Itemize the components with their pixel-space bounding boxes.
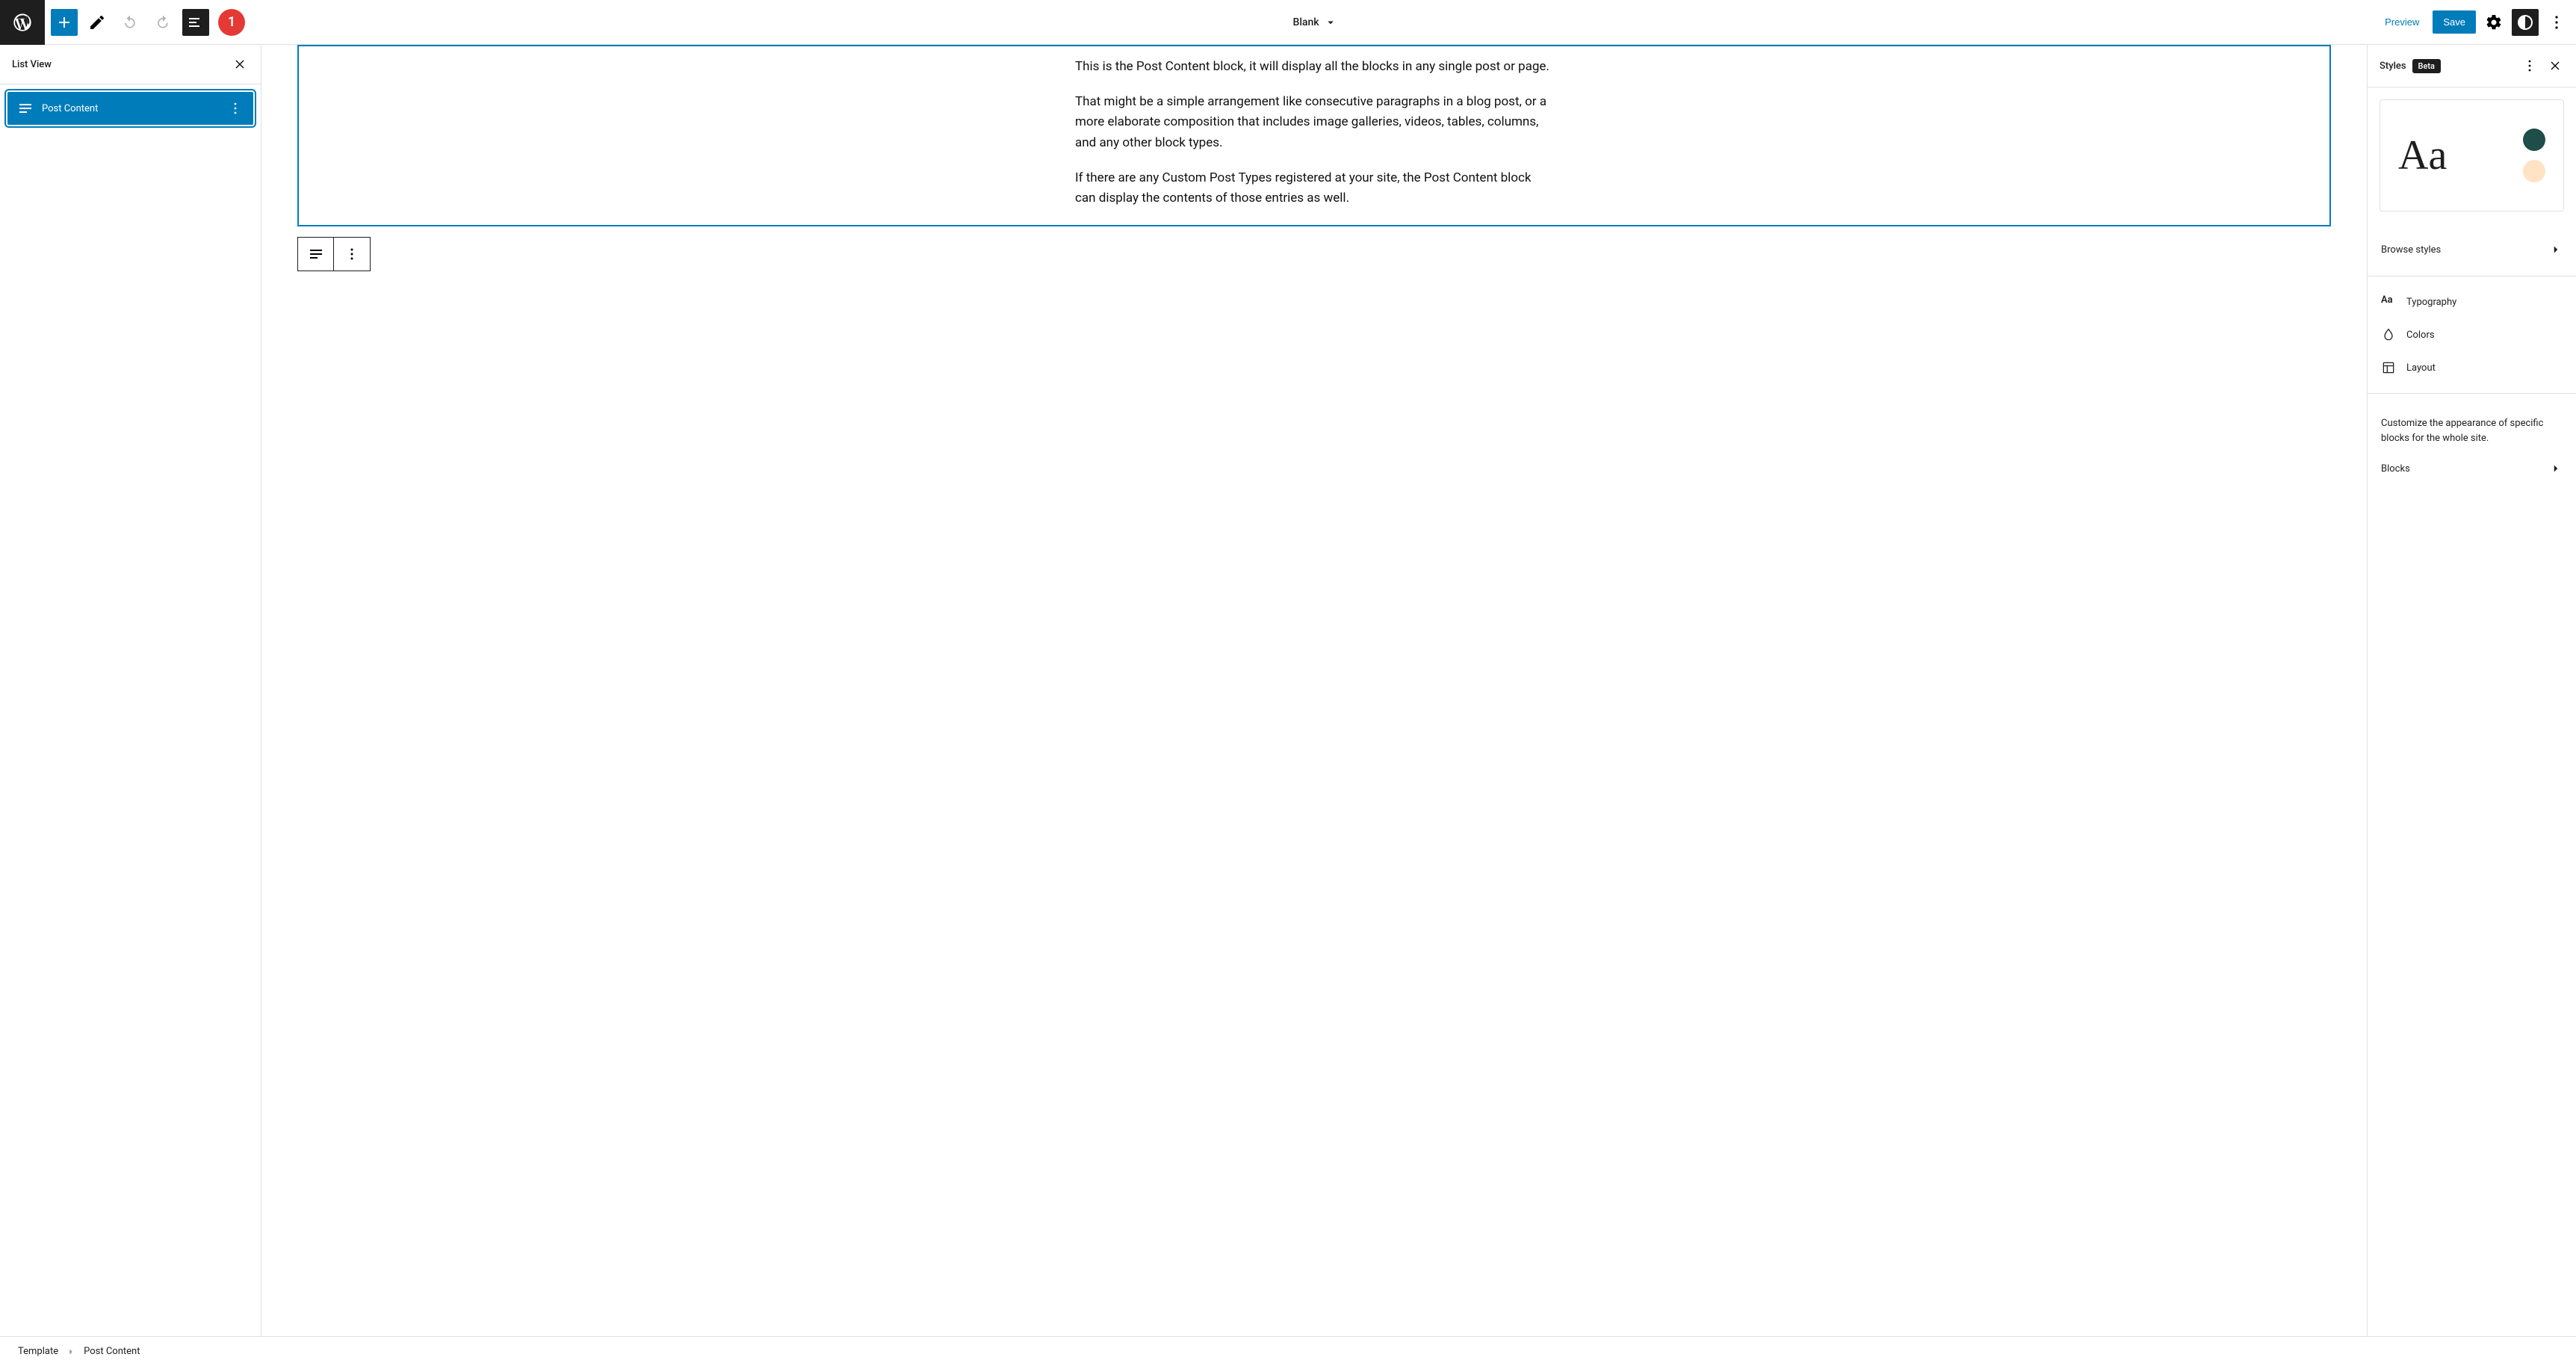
list-view-header: List View: [0, 45, 261, 84]
editor-canvas[interactable]: This is the Post Content block, it will …: [261, 45, 2367, 1336]
breadcrumb: Template Post Content: [0, 1336, 2576, 1366]
plus-icon: [55, 13, 73, 31]
browse-styles-label: Browse styles: [2381, 244, 2441, 256]
blocks-description: Customize the appearance of specific blo…: [2368, 403, 2576, 451]
blocks-label: Blocks: [2381, 463, 2410, 475]
post-content-icon: [16, 99, 34, 117]
vertical-dots-icon: [343, 245, 361, 263]
placeholder-paragraph: This is the Post Content block, it will …: [1075, 49, 1553, 84]
styles-more-button[interactable]: [2519, 55, 2540, 76]
redo-icon: [154, 13, 172, 31]
list-view-body: Post Content: [0, 84, 261, 132]
block-toolbar: [297, 237, 371, 271]
wordpress-logo[interactable]: [0, 0, 45, 45]
more-options-button[interactable]: [2543, 9, 2570, 36]
layout-icon: [2381, 360, 2396, 375]
layout-label: Layout: [2406, 362, 2436, 374]
editor-header: 1 Blank Preview Save: [0, 0, 2576, 45]
post-content-block[interactable]: This is the Post Content block, it will …: [297, 45, 2331, 226]
placeholder-paragraph: If there are any Custom Post Types regis…: [1075, 161, 1553, 216]
typography-label: Typography: [2406, 297, 2456, 308]
preview-button[interactable]: Preview: [2376, 10, 2428, 34]
block-type-button[interactable]: [298, 238, 334, 271]
list-item-label: Post Content: [42, 103, 98, 114]
typography-preview: Aa: [2398, 132, 2447, 179]
settings-button[interactable]: [2480, 9, 2507, 36]
beta-badge: Beta: [2412, 59, 2441, 73]
droplet-icon: [2381, 327, 2396, 342]
header-left-tools: 1: [0, 0, 254, 45]
list-item-post-content[interactable]: Post Content: [6, 90, 255, 126]
template-name: Blank: [1293, 16, 1319, 28]
edit-tool-button[interactable]: [84, 9, 111, 36]
styles-preview-card[interactable]: Aa: [2380, 99, 2564, 211]
redo-button[interactable]: [149, 9, 176, 36]
list-view-panel: List View Post Content: [0, 45, 261, 1336]
block-options-button[interactable]: [334, 238, 370, 271]
swatch-dark: [2523, 129, 2545, 151]
editor-main: List View Post Content This is the Post …: [0, 45, 2576, 1336]
typography-option[interactable]: Aa Typography: [2368, 285, 2576, 318]
block-inserter-button[interactable]: [51, 9, 78, 36]
vertical-dots-icon: [2548, 13, 2566, 31]
breadcrumb-root[interactable]: Template: [18, 1346, 58, 1357]
post-content-icon: [307, 245, 325, 263]
browse-styles-row[interactable]: Browse styles: [2368, 232, 2576, 267]
styles-title: Styles: [2380, 61, 2406, 72]
save-button[interactable]: Save: [2433, 10, 2476, 34]
chevron-right-icon: [2549, 462, 2563, 475]
chevron-down-icon: [1324, 16, 1337, 29]
typography-icon: Aa: [2381, 294, 2396, 309]
list-view-toggle-button[interactable]: [182, 9, 209, 36]
close-list-view-button[interactable]: [231, 55, 249, 73]
template-selector[interactable]: Blank: [254, 16, 2376, 29]
styles-panel: Styles Beta Aa Browse styles: [2367, 45, 2576, 1336]
vertical-dots-icon[interactable]: [226, 99, 244, 117]
chevron-right-icon: [66, 1347, 76, 1357]
breadcrumb-current[interactable]: Post Content: [84, 1346, 140, 1357]
placeholder-paragraph: That might be a simple arrangement like …: [1075, 84, 1553, 161]
list-view-icon: [187, 13, 205, 31]
chevron-right-icon: [2549, 243, 2563, 256]
close-styles-button[interactable]: [2546, 57, 2564, 75]
colors-label: Colors: [2406, 330, 2435, 341]
list-view-title: List View: [12, 59, 52, 70]
styles-icon: [2516, 13, 2534, 31]
styles-header: Styles Beta: [2368, 45, 2576, 87]
pencil-icon: [88, 13, 106, 31]
vertical-dots-icon: [2521, 57, 2539, 75]
close-icon: [2548, 58, 2563, 73]
undo-button[interactable]: [117, 9, 143, 36]
close-icon: [232, 57, 247, 72]
styles-toggle-button[interactable]: [2512, 9, 2539, 36]
undo-icon: [121, 13, 139, 31]
color-swatches: [2523, 129, 2545, 182]
blocks-row[interactable]: Blocks: [2368, 451, 2576, 486]
wordpress-icon: [12, 12, 33, 33]
header-right-actions: Preview Save: [2376, 9, 2576, 36]
colors-option[interactable]: Colors: [2368, 318, 2576, 351]
annotation-step-1: 1: [218, 9, 245, 36]
swatch-light: [2523, 160, 2545, 182]
layout-option[interactable]: Layout: [2368, 351, 2576, 384]
gear-icon: [2485, 13, 2503, 31]
